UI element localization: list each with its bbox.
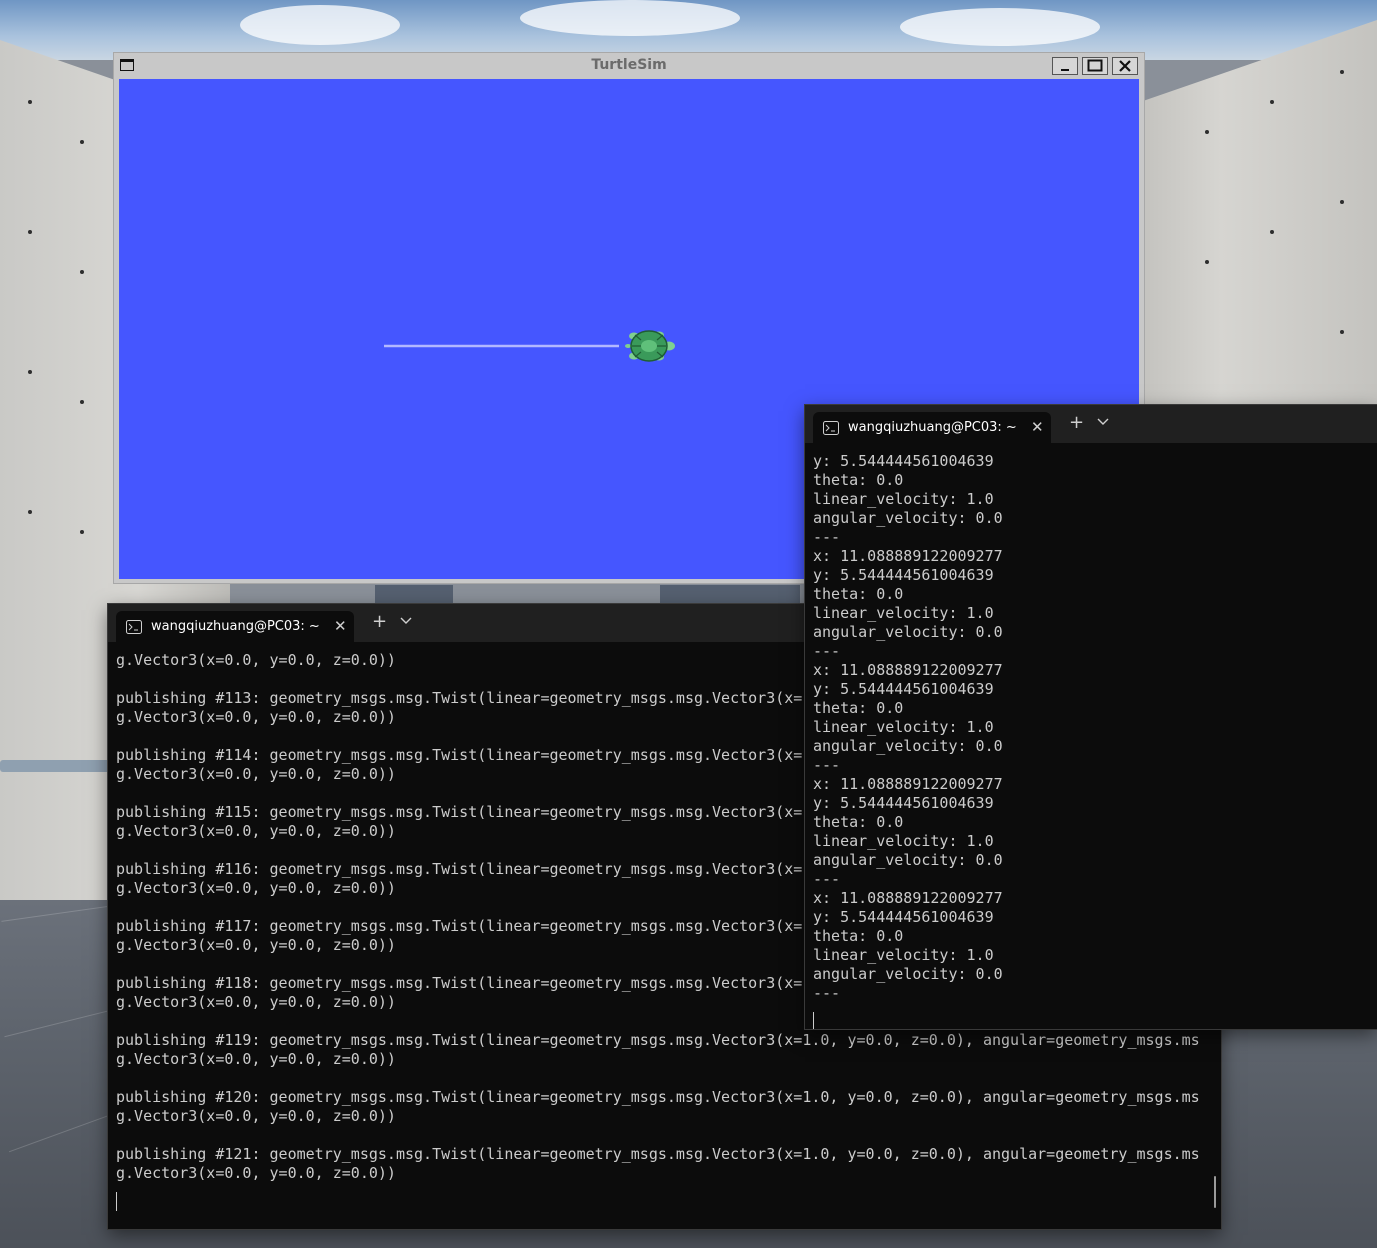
- terminal-line: theta: 0.0: [813, 927, 904, 945]
- terminal-line: g.Vector3(x=0.0, y=0.0, z=0.0)): [116, 822, 396, 840]
- wallpaper-city: [660, 585, 800, 605]
- wallpaper-city: [375, 585, 453, 605]
- maximize-icon: [1087, 59, 1103, 72]
- terminal-window-pose[interactable]: wangqiuzhuang@PC03: ~ ✕ + y: 5.544444561…: [805, 405, 1377, 1029]
- wallpaper-cloud: [520, 0, 740, 36]
- wallpaper-cloud: [900, 8, 1100, 46]
- terminal-line: linear_velocity: 1.0: [813, 604, 994, 622]
- terminal-line: x: 11.088889122009277: [813, 775, 1003, 793]
- terminal-line: y: 5.544444561004639: [813, 794, 994, 812]
- wallpaper-railing: [0, 760, 112, 772]
- terminal-line: g.Vector3(x=0.0, y=0.0, z=0.0)): [116, 651, 396, 669]
- terminal-line: publishing #118: geometry_msgs.msg.Twist…: [116, 974, 812, 992]
- turtle-icon: [625, 330, 675, 362]
- wall-dot: [1340, 70, 1344, 74]
- wall-dot: [28, 370, 32, 374]
- wall-dot: [1205, 130, 1209, 134]
- turtlesim-title: TurtleSim: [591, 57, 667, 73]
- new-tab-button[interactable]: +: [1069, 413, 1084, 433]
- terminal-line: publishing #120: geometry_msgs.msg.Twist…: [116, 1088, 1200, 1106]
- wall-dot: [80, 530, 84, 534]
- terminal-line: publishing #114: geometry_msgs.msg.Twist…: [116, 746, 812, 764]
- terminal-line: y: 5.544444561004639: [813, 566, 994, 584]
- terminal-line: publishing #117: geometry_msgs.msg.Twist…: [116, 917, 812, 935]
- terminal-icon: [823, 421, 839, 435]
- close-icon: [1119, 60, 1131, 72]
- wall-dot: [1340, 200, 1344, 204]
- minimize-button[interactable]: [1052, 57, 1078, 75]
- new-tab-button[interactable]: +: [372, 612, 387, 632]
- terminal-line: x: 11.088889122009277: [813, 661, 1003, 679]
- terminal-line: linear_velocity: 1.0: [813, 832, 994, 850]
- turtlesim-titlebar[interactable]: TurtleSim: [114, 53, 1144, 79]
- minimize-icon: [1061, 69, 1069, 71]
- terminal-line: angular_velocity: 0.0: [813, 509, 1003, 527]
- terminal-line: publishing #121: geometry_msgs.msg.Twist…: [116, 1145, 1200, 1163]
- chevron-down-icon[interactable]: [400, 616, 412, 626]
- wall-dot: [80, 400, 84, 404]
- wallpaper-cloud: [240, 5, 400, 45]
- terminal-tab-bar: wangqiuzhuang@PC03: ~ ✕ +: [805, 405, 1377, 443]
- wall-dot: [1205, 260, 1209, 264]
- terminal-line: ---: [813, 870, 841, 888]
- terminal-line: g.Vector3(x=0.0, y=0.0, z=0.0)): [116, 879, 396, 897]
- terminal-line: publishing #115: geometry_msgs.msg.Twist…: [116, 803, 812, 821]
- terminal-line: g.Vector3(x=0.0, y=0.0, z=0.0)): [116, 1050, 396, 1068]
- wall-dot: [28, 100, 32, 104]
- terminal-line: g.Vector3(x=0.0, y=0.0, z=0.0)): [116, 1107, 396, 1125]
- terminal-line: linear_velocity: 1.0: [813, 490, 994, 508]
- terminal-tab[interactable]: wangqiuzhuang@PC03: ~ ✕: [116, 611, 354, 642]
- terminal-line: y: 5.544444561004639: [813, 680, 994, 698]
- wall-dot: [28, 230, 32, 234]
- terminal-icon: [126, 620, 142, 634]
- terminal-line: publishing #116: geometry_msgs.msg.Twist…: [116, 860, 812, 878]
- terminal-line: publishing #113: geometry_msgs.msg.Twist…: [116, 689, 812, 707]
- terminal-line: g.Vector3(x=0.0, y=0.0, z=0.0)): [116, 936, 396, 954]
- terminal-line: theta: 0.0: [813, 585, 904, 603]
- terminal-tab-title: wangqiuzhuang@PC03: ~: [848, 420, 1017, 435]
- terminal-line: y: 5.544444561004639: [813, 452, 994, 470]
- wall-dot: [28, 510, 32, 514]
- terminal-line: ---: [813, 528, 841, 546]
- wall-dot: [1270, 100, 1274, 104]
- terminal-line: x: 11.088889122009277: [813, 889, 1003, 907]
- terminal-line: g.Vector3(x=0.0, y=0.0, z=0.0)): [116, 993, 396, 1011]
- terminal-line: linear_velocity: 1.0: [813, 946, 994, 964]
- wall-dot: [80, 270, 84, 274]
- terminal-line: angular_velocity: 0.0: [813, 851, 1003, 869]
- terminal-line: angular_velocity: 0.0: [813, 623, 1003, 641]
- terminal-line: g.Vector3(x=0.0, y=0.0, z=0.0)): [116, 708, 396, 726]
- terminal-line: y: 5.544444561004639: [813, 908, 994, 926]
- terminal-line: ---: [813, 756, 841, 774]
- terminal-line: ---: [813, 984, 841, 1002]
- close-button[interactable]: [1112, 57, 1138, 75]
- terminal-line: angular_velocity: 0.0: [813, 737, 1003, 755]
- terminal-cursor: [116, 1192, 117, 1211]
- terminal-tab[interactable]: wangqiuzhuang@PC03: ~ ✕: [813, 412, 1051, 443]
- terminal-line: publishing #119: geometry_msgs.msg.Twist…: [116, 1031, 1200, 1049]
- tab-close-icon[interactable]: ✕: [334, 617, 347, 635]
- chevron-down-icon[interactable]: [1097, 417, 1109, 427]
- terminal-output[interactable]: y: 5.544444561004639 theta: 0.0 linear_vel…: [805, 443, 1377, 1029]
- terminal-line: linear_velocity: 1.0: [813, 718, 994, 736]
- terminal-line: theta: 0.0: [813, 471, 904, 489]
- wall-dot: [1340, 330, 1344, 334]
- tab-close-icon[interactable]: ✕: [1031, 418, 1044, 436]
- terminal-line: g.Vector3(x=0.0, y=0.0, z=0.0)): [116, 1164, 396, 1182]
- terminal-line: angular_velocity: 0.0: [813, 965, 1003, 983]
- terminal-line: theta: 0.0: [813, 699, 904, 717]
- terminal-line: ---: [813, 642, 841, 660]
- maximize-button[interactable]: [1082, 57, 1108, 75]
- terminal-cursor: [813, 1012, 814, 1029]
- terminal-tab-title: wangqiuzhuang@PC03: ~: [151, 619, 320, 634]
- terminal-line: g.Vector3(x=0.0, y=0.0, z=0.0)): [116, 765, 396, 783]
- terminal-scrollbar[interactable]: [1214, 1176, 1216, 1208]
- terminal-line: x: 11.088889122009277: [813, 547, 1003, 565]
- terminal-line: theta: 0.0: [813, 813, 904, 831]
- wall-dot: [1270, 230, 1274, 234]
- wall-dot: [80, 140, 84, 144]
